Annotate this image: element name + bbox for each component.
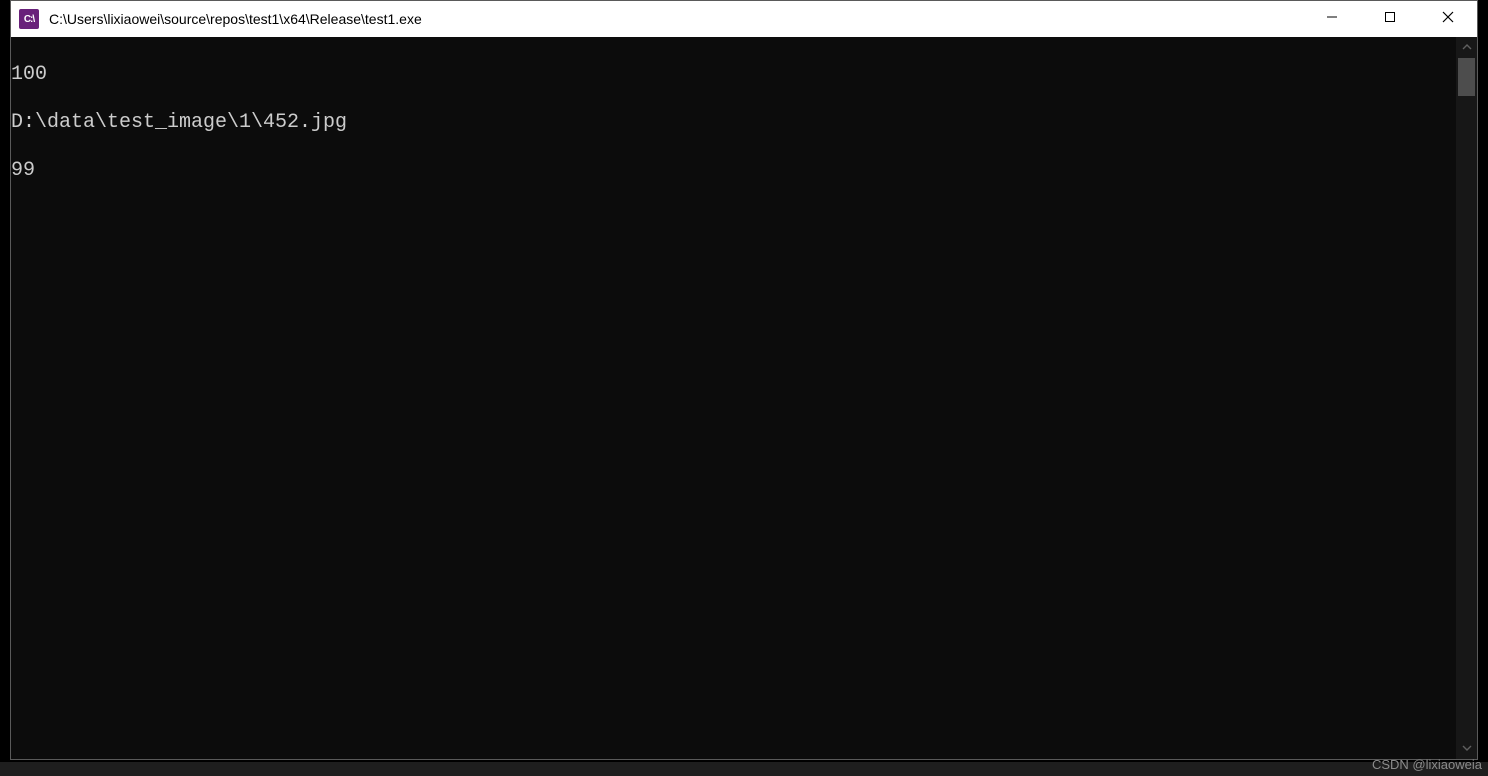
chevron-up-icon (1462, 41, 1472, 55)
background-editor-strip (0, 762, 1488, 776)
console-output[interactable]: 100 D:\data\test_image\1\452.jpg 99 (11, 37, 1456, 759)
console-line: 100 (11, 63, 1456, 87)
scrollbar-thumb[interactable] (1458, 58, 1475, 96)
titlebar[interactable]: C:\ C:\Users\lixiaowei\source\repos\test… (11, 1, 1477, 37)
chevron-down-icon (1462, 742, 1472, 756)
console-window: C:\ C:\Users\lixiaowei\source\repos\test… (10, 0, 1478, 760)
maximize-icon (1384, 10, 1396, 28)
scrollbar-track[interactable] (1456, 58, 1477, 738)
minimize-button[interactable] (1303, 1, 1361, 37)
minimize-icon (1326, 10, 1338, 28)
maximize-button[interactable] (1361, 1, 1419, 37)
scroll-down-button[interactable] (1456, 738, 1477, 759)
close-button[interactable] (1419, 1, 1477, 37)
console-line: 99 (11, 159, 1456, 183)
close-icon (1442, 10, 1454, 28)
scroll-up-button[interactable] (1456, 37, 1477, 58)
window-controls (1303, 1, 1477, 37)
vertical-scrollbar[interactable] (1456, 37, 1477, 759)
app-icon: C:\ (19, 9, 39, 29)
console-client-area: 100 D:\data\test_image\1\452.jpg 99 (11, 37, 1477, 759)
desktop-background: C:\ C:\Users\lixiaowei\source\repos\test… (0, 0, 1488, 776)
console-line: D:\data\test_image\1\452.jpg (11, 111, 1456, 135)
window-title: C:\Users\lixiaowei\source\repos\test1\x6… (49, 11, 1303, 27)
